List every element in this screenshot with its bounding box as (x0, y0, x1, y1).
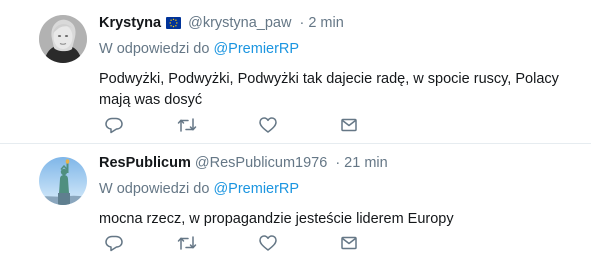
tweet[interactable]: ResPublicum @ResPublicum1976 · 21 min W o… (0, 145, 591, 261)
tweet[interactable]: Krystyna @krystyna_paw · 2 min W odpowie… (0, 0, 591, 144)
reply-prefix: W odpowiedzi do (99, 41, 210, 57)
username[interactable]: @ResPublicum1976 (195, 155, 327, 171)
replies-timeline: Krystyna @krystyna_paw · 2 min W odpowie… (0, 0, 591, 261)
reply-icon (105, 117, 123, 134)
tweet-text: mocna rzecz, w propagandzie jesteście li… (99, 211, 454, 227)
retweet-button[interactable] (177, 116, 197, 134)
reply-context: W odpowiedzi do @PremierRP (99, 40, 583, 58)
reply-button[interactable] (104, 234, 124, 252)
display-name[interactable]: ResPublicum (99, 155, 191, 171)
tweet-actions (104, 116, 357, 134)
envelope-icon (341, 118, 357, 132)
reply-mention-link[interactable]: @PremierRP (213, 181, 299, 197)
like-button[interactable] (258, 234, 278, 252)
tweet-text: Podwyżki, Podwyżki, Podwyżki tak dajecie… (99, 71, 559, 108)
avatar[interactable] (39, 15, 87, 63)
tweet-content: Krystyna @krystyna_paw · 2 min W odpowie… (99, 13, 583, 111)
separator-dot: · (335, 155, 341, 171)
reply-mention-link[interactable]: @PremierRP (213, 41, 299, 57)
heart-icon (259, 235, 277, 251)
direct-message-button[interactable] (339, 234, 359, 252)
reply-context: W odpowiedzi do @PremierRP (99, 180, 583, 198)
retweet-button[interactable] (177, 234, 197, 252)
display-name[interactable]: Krystyna (99, 15, 161, 31)
tweet-header: ResPublicum @ResPublicum1976 · 21 min (99, 153, 583, 173)
tweet-actions (104, 234, 357, 252)
like-button[interactable] (258, 116, 278, 134)
username[interactable]: @krystyna_paw (188, 15, 291, 31)
eu-flag-icon (166, 15, 182, 35)
reply-icon (105, 235, 123, 252)
envelope-icon (341, 236, 357, 250)
heart-icon (259, 117, 277, 133)
timestamp[interactable]: 21 min (344, 155, 388, 171)
separator-dot: · (299, 15, 305, 31)
retweet-icon (177, 236, 197, 250)
tweet-header: Krystyna @krystyna_paw · 2 min (99, 13, 583, 33)
retweet-icon (177, 118, 197, 132)
avatar[interactable] (39, 157, 87, 205)
reply-button[interactable] (104, 116, 124, 134)
timestamp[interactable]: 2 min (308, 15, 343, 31)
tweet-content: ResPublicum @ResPublicum1976 · 21 min W o… (99, 153, 583, 230)
reply-prefix: W odpowiedzi do (99, 181, 210, 197)
direct-message-button[interactable] (339, 116, 359, 134)
